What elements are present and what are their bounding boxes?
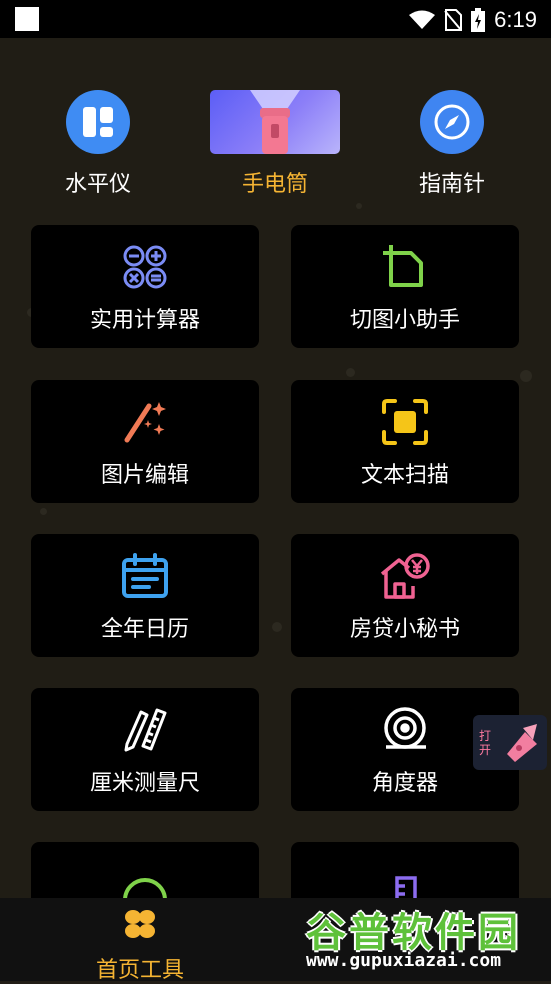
card-ruler-label: 厘米测量尺 (89, 771, 200, 796)
calculator-icon (31, 243, 259, 291)
card-mortgage[interactable]: 房贷小秘书 (291, 534, 519, 657)
magic-wand-icon (31, 398, 259, 446)
tool-flashlight-label: 手电筒 (241, 172, 308, 197)
no-sim-icon (444, 9, 463, 31)
card-calculator-label: 实用计算器 (89, 308, 200, 333)
card-crop[interactable]: 切图小助手 (291, 225, 519, 348)
tool-level[interactable]: 水平仪 (18, 90, 178, 198)
card-calendar-label: 全年日历 (100, 617, 189, 642)
card-ruler[interactable]: 厘米测量尺 (31, 688, 259, 811)
ruler-icon (291, 860, 519, 898)
nav-home-label: 首页工具 (95, 958, 184, 983)
crop-icon (291, 243, 519, 291)
scan-icon (291, 398, 519, 446)
circle-icon (31, 860, 259, 898)
tool-flashlight[interactable]: 手电筒 (195, 90, 355, 198)
tool-level-label: 水平仪 (64, 172, 131, 197)
watermark-url: www.gupuxiazai.com (306, 950, 502, 971)
flashlight-banner (210, 90, 340, 154)
card-partial-left[interactable] (31, 842, 259, 898)
floating-flashlight-button[interactable]: 打开 (473, 715, 547, 770)
nav-home-tools[interactable]: 首页工具 (80, 908, 200, 984)
status-bar: 6:19 (0, 0, 551, 38)
compass-icon (420, 90, 484, 154)
card-calculator[interactable]: 实用计算器 (31, 225, 259, 348)
status-time: 6:19 (494, 7, 537, 32)
floating-open-label: 打开 (479, 729, 492, 757)
house-yen-icon (291, 552, 519, 600)
battery-charging-icon (471, 8, 486, 32)
watermark: 谷普软件园 www.gupuxiazai.com (300, 900, 551, 981)
notification-icon (15, 7, 39, 31)
level-icon (66, 90, 130, 154)
card-photo-edit-label: 图片编辑 (100, 463, 189, 488)
tool-compass-label: 指南针 (418, 172, 485, 197)
calendar-icon (31, 552, 259, 600)
tool-compass[interactable]: 指南针 (372, 90, 532, 198)
card-text-scan-label: 文本扫描 (360, 463, 449, 488)
card-partial-right[interactable] (291, 842, 519, 898)
ruler-pencil-icon (31, 706, 259, 754)
clover-icon (125, 910, 155, 938)
card-calendar[interactable]: 全年日历 (31, 534, 259, 657)
card-photo-edit[interactable]: 图片编辑 (31, 380, 259, 503)
status-icons: 6:19 (409, 7, 537, 33)
card-crop-label: 切图小助手 (349, 308, 460, 333)
wifi-icon (409, 10, 436, 29)
card-text-scan[interactable]: 文本扫描 (291, 380, 519, 503)
main-content: 水平仪 手电筒 指南针 实用计算器 切图小助手 图片编辑 文本扫描 全年日历 房… (0, 38, 551, 898)
flashlight-icon (507, 724, 537, 762)
card-mortgage-label: 房贷小秘书 (349, 617, 460, 642)
